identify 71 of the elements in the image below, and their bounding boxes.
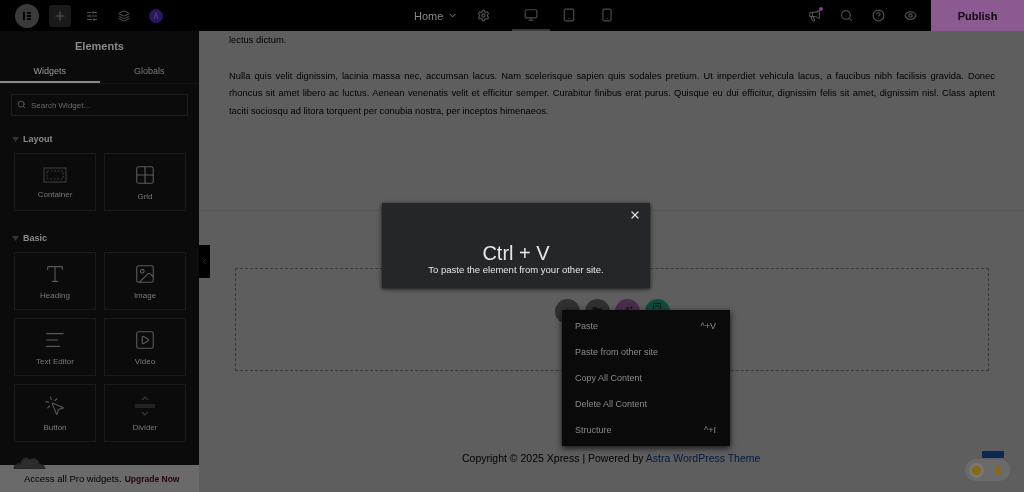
paragraph: lectus dictum. (229, 33, 288, 47)
widget-label: Text Editor (36, 356, 74, 366)
paragraph: Nulla quis velit dignissim, lacinia massa nec, accumsan lacus. Nam scelerisque sapien quis sodales pretium. Ut imperdiet vehicula lacus, a faucibus nibh facilisis gravida. Donec rhoncus sit amet libero ac luctus. Aenean venenatis velit et efficitur semper. Curabitur finibus erat purus. Quisque eu dui efficitur, dignissim felis sit amet, dignissim nisl. Class aptent taciti sociosqu ad litora torquent per conubia nostra, per inceptos himenaeos. (229, 68, 995, 118)
settings-icon (476, 9, 490, 22)
promo-text: Access all Pro widgets. (24, 473, 122, 484)
megaphone-icon (807, 9, 821, 22)
panel-tab[interactable]: Globals (99, 60, 199, 83)
panel-title: Elements (74, 39, 125, 54)
widget-label: Video (134, 356, 156, 366)
page-selector[interactable]: Home (414, 9, 459, 22)
footer-text: Copyright © 2025 Xpress | Powered by Astra WordPress Theme (462, 452, 761, 464)
search-field[interactable]: Search Widget... (11, 94, 188, 116)
play-icon (134, 328, 156, 351)
menu-item[interactable]: Paste ^+V (562, 313, 730, 339)
menu-item[interactable]: Delete All Content (562, 391, 730, 417)
menu-item[interactable]: Paste from other site (562, 339, 730, 365)
search-icon (839, 9, 853, 22)
caret-down-icon[interactable] (12, 136, 19, 142)
widget-label: Heading (40, 290, 70, 300)
container-icon (43, 165, 67, 184)
shortcut-label: ^+I (704, 425, 716, 435)
theme-toggle[interactable] (965, 459, 1010, 481)
ai-circle-icon (149, 8, 163, 23)
logo-icon (22, 10, 32, 21)
widget-label: Image (133, 290, 157, 300)
menu-item[interactable]: Structure ^+I (562, 417, 730, 443)
widget-label: Container (37, 189, 73, 199)
collapse-handle[interactable] (199, 245, 210, 278)
tablet-icon (562, 7, 577, 22)
widget-card[interactable]: Button (14, 384, 96, 442)
widget-card[interactable]: Text Editor (14, 318, 96, 376)
widget-card[interactable]: Image (104, 252, 186, 310)
theme-link[interactable]: Astra WordPress Theme (645, 452, 761, 464)
upgrade-link[interactable]: Upgrade Now (124, 473, 180, 484)
search-icon (17, 100, 26, 109)
pointer-click-icon (44, 394, 66, 417)
plus-icon (53, 8, 67, 23)
close-icon (629, 209, 641, 221)
image-icon (134, 262, 156, 285)
caret-down-icon[interactable] (12, 235, 19, 241)
divider-icon (133, 394, 157, 417)
menu-item[interactable]: Copy All Content (562, 365, 730, 391)
grid-icon (134, 163, 156, 186)
dialog-title: Ctrl + V (482, 242, 550, 264)
add-button[interactable] (49, 4, 71, 27)
panel-tab[interactable]: Widgets (0, 60, 100, 83)
widget-label: Divider (132, 422, 158, 432)
publish-button[interactable]: Publish (931, 0, 1024, 31)
eye-icon (903, 9, 917, 22)
shortcut-label: ^+V (700, 321, 716, 331)
sliders-icon (86, 9, 98, 22)
moon-icon (993, 465, 1004, 475)
widget-card[interactable]: Grid (104, 153, 186, 211)
help-icon (871, 9, 885, 22)
widget-label: Grid (137, 191, 153, 201)
layers-icon (118, 9, 130, 22)
widget-card[interactable]: Divider (104, 384, 186, 442)
section-title: Basic (23, 233, 48, 243)
chevron-left-icon (200, 257, 209, 266)
scroll-top-button[interactable] (982, 451, 1004, 458)
section-title: Layout (23, 134, 53, 144)
sun-icon (971, 465, 981, 475)
dialog-message: To paste the element from your other site. (428, 264, 604, 275)
widget-card[interactable]: Video (104, 318, 186, 376)
desktop-icon (524, 7, 539, 22)
phone-icon (600, 7, 615, 22)
widget-card[interactable]: Container (14, 153, 96, 211)
logo[interactable] (15, 3, 39, 28)
close-button[interactable] (629, 209, 641, 221)
widget-label: Button (43, 422, 67, 432)
widget-card[interactable]: Heading (14, 252, 96, 310)
